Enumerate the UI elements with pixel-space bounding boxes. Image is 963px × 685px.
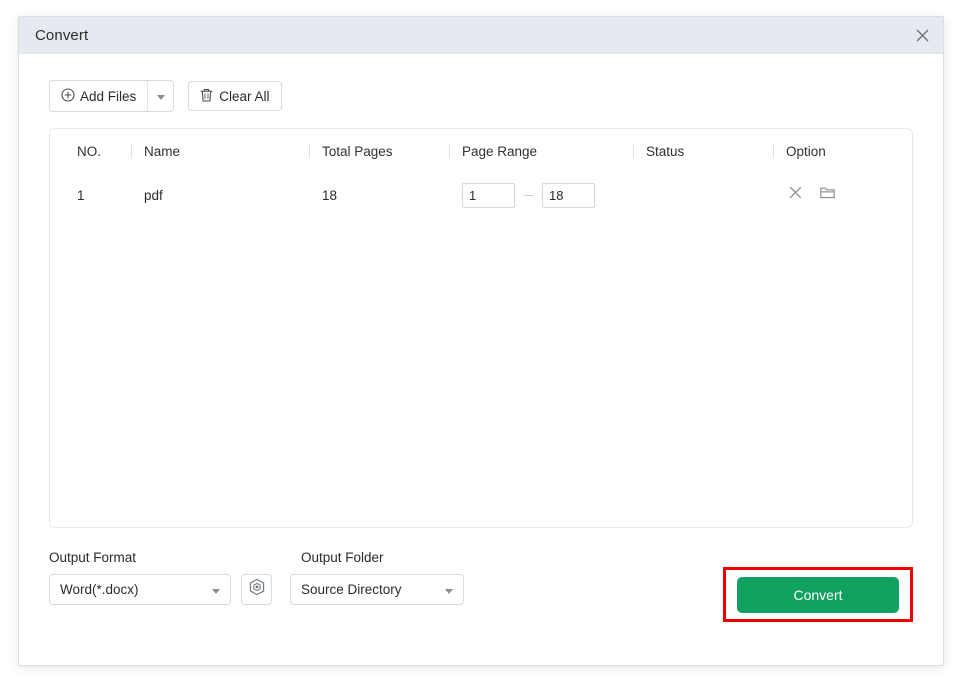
- add-files-dropdown-button[interactable]: [147, 81, 173, 111]
- convert-button[interactable]: Convert: [737, 576, 899, 613]
- close-button[interactable]: [901, 17, 943, 53]
- trash-icon: [200, 88, 213, 105]
- output-folder-select[interactable]: Source Directory: [290, 574, 464, 605]
- file-table-panel: NO. Name Total Pages Page Range Status O…: [49, 128, 913, 528]
- page-range-end-input[interactable]: [542, 182, 595, 208]
- dialog-title: Convert: [35, 26, 89, 44]
- cell-total-pages: 18: [322, 187, 338, 203]
- close-icon: [789, 186, 802, 204]
- column-header-no: NO.: [77, 143, 102, 159]
- format-settings-button[interactable]: [241, 574, 272, 605]
- column-header-option: Option: [773, 144, 923, 159]
- chevron-down-icon: [156, 87, 165, 105]
- close-icon: [916, 29, 929, 42]
- convert-button-highlight: Convert: [723, 567, 913, 622]
- chevron-down-icon: [212, 582, 220, 597]
- remove-file-button[interactable]: [786, 186, 804, 204]
- cell-name: pdf: [144, 187, 163, 203]
- screen-canvas: Convert Add Files Clear All NO. Name Tot…: [0, 0, 963, 685]
- column-header-total-pages: Total Pages: [309, 144, 449, 159]
- clear-all-button[interactable]: Clear All: [188, 81, 282, 111]
- output-format-label: Output Format: [49, 550, 137, 565]
- output-format-select[interactable]: Word(*.docx): [49, 574, 231, 605]
- dialog-titlebar: Convert: [19, 17, 943, 54]
- file-table-header: NO. Name Total Pages Page Range Status O…: [50, 129, 912, 173]
- dialog-footer: Output Format Output Folder Word(*.docx): [49, 550, 913, 622]
- add-files-button[interactable]: Add Files: [50, 81, 147, 111]
- output-folder-value: Source Directory: [301, 582, 402, 597]
- cell-option: [773, 186, 923, 204]
- file-toolbar: Add Files Clear All: [49, 54, 913, 112]
- folder-icon: [819, 186, 835, 204]
- gear-hex-icon: [248, 578, 266, 601]
- column-header-name: Name: [131, 144, 309, 159]
- table-row[interactable]: 1 pdf 18: [50, 173, 912, 217]
- open-folder-button[interactable]: [818, 186, 836, 204]
- column-header-status: Status: [633, 144, 773, 159]
- add-files-button-group: Add Files: [49, 80, 175, 112]
- convert-dialog: Convert Add Files Clear All NO. Name Tot…: [18, 16, 944, 666]
- circle-plus-icon: [61, 87, 75, 105]
- footer-labels: Output Format Output Folder: [49, 550, 913, 565]
- page-range-start-input[interactable]: [462, 182, 515, 208]
- column-header-page-range: Page Range: [449, 144, 633, 159]
- add-files-label: Add Files: [80, 88, 137, 104]
- range-separator-icon: [524, 194, 533, 196]
- output-format-value: Word(*.docx): [60, 582, 139, 597]
- cell-no: 1: [77, 187, 85, 203]
- cell-page-range: [449, 182, 633, 208]
- chevron-down-icon: [445, 582, 453, 597]
- dialog-body: Add Files Clear All NO. Name Total Pages…: [19, 54, 943, 665]
- output-folder-label: Output Folder: [301, 550, 384, 565]
- clear-all-label: Clear All: [219, 88, 270, 104]
